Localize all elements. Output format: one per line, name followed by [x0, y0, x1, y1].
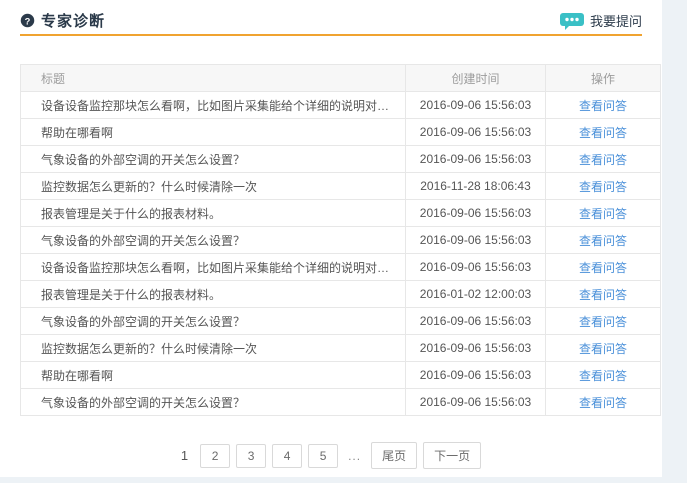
action-cell: 查看问答 — [546, 92, 661, 119]
page-title-group: ? 专家诊断 — [20, 10, 105, 31]
action-cell: 查看问答 — [546, 227, 661, 254]
action-cell: 查看问答 — [546, 281, 661, 308]
view-answer-link[interactable]: 查看问答 — [579, 180, 627, 194]
page-button[interactable]: 5 — [308, 444, 338, 468]
view-answer-link[interactable]: 查看问答 — [579, 261, 627, 275]
table-row: 报表管理是关于什么的报表材料。2016-01-02 12:00:03 查看问答 — [21, 281, 661, 308]
view-answer-link[interactable]: 查看问答 — [579, 369, 627, 383]
page-button[interactable]: 4 — [272, 444, 302, 468]
action-cell: 查看问答 — [546, 146, 661, 173]
table-row: 设备设备监控那块怎么看啊，比如图片采集能给个详细的说明对这块不是很懂...201… — [21, 254, 661, 281]
view-answer-link[interactable]: 查看问答 — [579, 396, 627, 410]
column-header-title: 标题 — [21, 65, 406, 92]
action-cell: 查看问答 — [546, 200, 661, 227]
question-title: 设备设备监控那块怎么看啊，比如图片采集能给个详细的说明对这块不是很懂... — [21, 92, 406, 119]
created-time: 2016-09-06 15:56:03 — [406, 119, 546, 146]
ask-question-label: 我要提问 — [590, 11, 642, 30]
question-table-body: 设备设备监控那块怎么看啊，比如图片采集能给个详细的说明对这块不是很懂...201… — [21, 92, 661, 416]
action-cell: 查看问答 — [546, 362, 661, 389]
pagination-ellipsis: ... — [348, 449, 361, 463]
view-answer-link[interactable]: 查看问答 — [579, 288, 627, 302]
table-row: 气象设备的外部空调的开关怎么设置？2016-09-06 15:56:03 查看问答 — [21, 308, 661, 335]
view-answer-link[interactable]: 查看问答 — [579, 99, 627, 113]
question-title: 气象设备的外部空调的开关怎么设置？ — [21, 308, 406, 335]
created-time: 2016-11-28 18:06:43 — [406, 173, 546, 200]
table-row: 设备设备监控那块怎么看啊，比如图片采集能给个详细的说明对这块不是很懂...201… — [21, 92, 661, 119]
created-time: 2016-09-06 15:56:03 — [406, 227, 546, 254]
created-time: 2016-09-06 15:56:03 — [406, 92, 546, 119]
question-title: 监控数据怎么更新的？什么时候清除一次 — [21, 335, 406, 362]
created-time: 2016-09-06 15:56:03 — [406, 308, 546, 335]
question-title: 报表管理是关于什么的报表材料。 — [21, 281, 406, 308]
table-row: 监控数据怎么更新的？什么时候清除一次2016-09-06 15:56:03 查看问… — [21, 335, 661, 362]
view-answer-link[interactable]: 查看问答 — [579, 207, 627, 221]
table-row: 气象设备的外部空调的开关怎么设置？2016-09-06 15:56:03 查看问答 — [21, 389, 661, 416]
view-answer-link[interactable]: 查看问答 — [579, 234, 627, 248]
created-time: 2016-09-06 15:56:03 — [406, 362, 546, 389]
column-header-action: 操作 — [546, 65, 661, 92]
table-row: 气象设备的外部空调的开关怎么设置？2016-09-06 15:56:03 查看问答 — [21, 146, 661, 173]
pagination: 1 2345 ... 尾页 下一页 — [0, 442, 662, 469]
page-header: ? 专家诊断 我要提问 — [20, 0, 642, 36]
action-cell: 查看问答 — [546, 173, 661, 200]
svg-text:?: ? — [25, 16, 31, 26]
created-time: 2016-09-06 15:56:03 — [406, 335, 546, 362]
created-time: 2016-09-06 15:56:03 — [406, 200, 546, 227]
created-time: 2016-09-06 15:56:03 — [406, 146, 546, 173]
question-title: 气象设备的外部空调的开关怎么设置？ — [21, 146, 406, 173]
table-row: 帮助在哪看啊2016-09-06 15:56:03 查看问答 — [21, 362, 661, 389]
action-cell: 查看问答 — [546, 335, 661, 362]
page-title: 专家诊断 — [41, 10, 105, 31]
content-panel: ? 专家诊断 我要提问 标题 创建时间 操作 — [0, 0, 662, 477]
table-row: 帮助在哪看啊2016-09-06 15:56:03 查看问答 — [21, 119, 661, 146]
table-row: 报表管理是关于什么的报表材料。2016-09-06 15:56:03 查看问答 — [21, 200, 661, 227]
table-header-row: 标题 创建时间 操作 — [21, 65, 661, 92]
current-page: 1 — [181, 448, 188, 463]
question-title: 监控数据怎么更新的？什么时候清除一次 — [21, 173, 406, 200]
created-time: 2016-09-06 15:56:03 — [406, 254, 546, 281]
next-page-button[interactable]: 下一页 — [423, 442, 481, 469]
column-header-created: 创建时间 — [406, 65, 546, 92]
ask-question-button[interactable]: 我要提问 — [560, 11, 642, 30]
question-title: 设备设备监控那块怎么看啊，比如图片采集能给个详细的说明对这块不是很懂... — [21, 254, 406, 281]
created-time: 2016-01-02 12:00:03 — [406, 281, 546, 308]
last-page-button[interactable]: 尾页 — [371, 442, 417, 469]
view-answer-link[interactable]: 查看问答 — [579, 126, 627, 140]
view-answer-link[interactable]: 查看问答 — [579, 315, 627, 329]
question-title: 帮助在哪看啊 — [21, 362, 406, 389]
question-table: 标题 创建时间 操作 设备设备监控那块怎么看啊，比如图片采集能给个详细的说明对这… — [20, 64, 661, 416]
pagination-pages: 2345 — [200, 444, 338, 468]
action-cell: 查看问答 — [546, 389, 661, 416]
page-button[interactable]: 2 — [200, 444, 230, 468]
question-title: 气象设备的外部空调的开关怎么设置？ — [21, 227, 406, 254]
table-row: 监控数据怎么更新的？什么时候清除一次2016-11-28 18:06:43 查看问… — [21, 173, 661, 200]
created-time: 2016-09-06 15:56:03 — [406, 389, 546, 416]
page-button[interactable]: 3 — [236, 444, 266, 468]
table-row: 气象设备的外部空调的开关怎么设置？2016-09-06 15:56:03 查看问答 — [21, 227, 661, 254]
question-title: 气象设备的外部空调的开关怎么设置？ — [21, 389, 406, 416]
action-cell: 查看问答 — [546, 254, 661, 281]
action-cell: 查看问答 — [546, 308, 661, 335]
view-answer-link[interactable]: 查看问答 — [579, 153, 627, 167]
question-badge-icon: ? — [20, 13, 35, 28]
chat-bubble-icon — [560, 13, 584, 30]
question-title: 帮助在哪看啊 — [21, 119, 406, 146]
view-answer-link[interactable]: 查看问答 — [579, 342, 627, 356]
action-cell: 查看问答 — [546, 119, 661, 146]
question-title: 报表管理是关于什么的报表材料。 — [21, 200, 406, 227]
